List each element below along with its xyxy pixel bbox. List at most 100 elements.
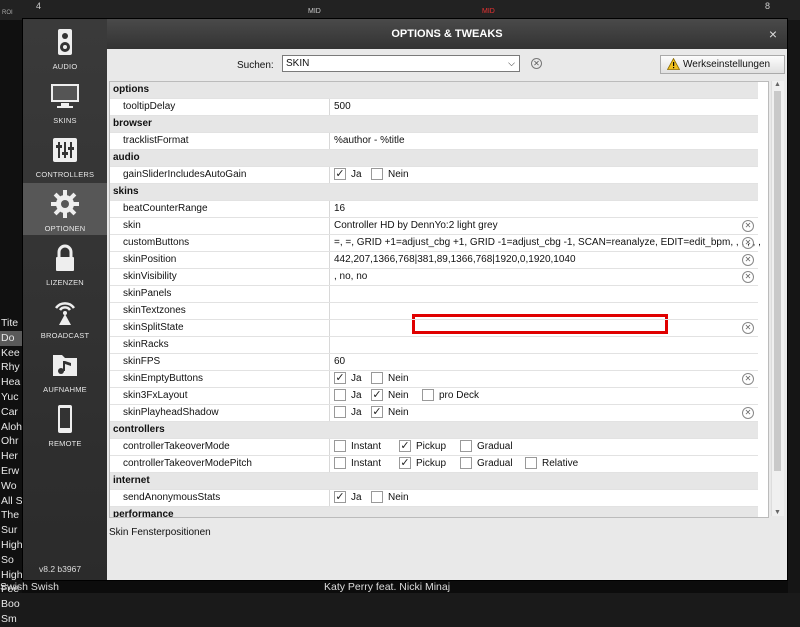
track-row[interactable]: Yuc bbox=[0, 390, 22, 405]
track-row[interactable]: The bbox=[0, 508, 22, 523]
scroll-up-icon[interactable]: ▲ bbox=[774, 81, 781, 88]
checkbox-label: Ja bbox=[351, 407, 362, 418]
checkbox-pickup[interactable]: ✓ bbox=[399, 440, 411, 452]
table-scrollbar[interactable]: ▲ ▼ bbox=[771, 81, 784, 516]
scrollbar-thumb[interactable] bbox=[774, 91, 781, 471]
option-row-skin-empty-buttons[interactable]: skinEmptyButtons ✓ Ja Nein ✕ bbox=[110, 371, 758, 388]
checkbox-nein[interactable] bbox=[371, 168, 383, 180]
mid-label-left: MID bbox=[308, 8, 321, 15]
clear-search-icon[interactable]: ✕ bbox=[531, 58, 542, 69]
clear-value-icon[interactable]: ✕ bbox=[742, 220, 754, 232]
checkbox-pickup[interactable]: ✓ bbox=[399, 457, 411, 469]
option-row-skin-panels[interactable]: skinPanels bbox=[110, 286, 758, 303]
option-value[interactable]: %author - %title bbox=[334, 135, 405, 146]
option-value[interactable]: 16 bbox=[334, 203, 345, 214]
option-value[interactable]: , no, no bbox=[334, 271, 367, 282]
option-row-gain-slider-includes-auto-gain[interactable]: gainSliderIncludesAutoGain ✓ Ja Nein bbox=[110, 167, 758, 184]
track-row[interactable]: So bbox=[0, 553, 22, 568]
sidebar-item-label: BROADCAST bbox=[40, 331, 90, 340]
option-value[interactable]: Controller HD by DennYo:2 light grey bbox=[334, 220, 498, 231]
checkbox-nein[interactable]: ✓ bbox=[371, 389, 383, 401]
track-row[interactable]: Rhy bbox=[0, 360, 22, 375]
clear-value-icon[interactable]: ✕ bbox=[742, 237, 754, 249]
background-right-panel bbox=[788, 20, 800, 593]
clear-value-icon[interactable]: ✕ bbox=[742, 407, 754, 419]
reset-defaults-button[interactable]: Werkseinstellungen bbox=[660, 55, 785, 74]
track-row[interactable]: Ohr bbox=[0, 434, 22, 449]
option-name: skinSplitState bbox=[123, 322, 184, 333]
sidebar-item-broadcast[interactable]: BROADCAST bbox=[23, 290, 107, 342]
checkbox-gradual[interactable] bbox=[460, 457, 472, 469]
option-row-skin[interactable]: skin Controller HD by DennYo:2 light grey… bbox=[110, 218, 758, 235]
option-value[interactable]: 60 bbox=[334, 356, 345, 367]
track-row[interactable]: High bbox=[0, 538, 22, 553]
clear-value-icon[interactable]: ✕ bbox=[742, 373, 754, 385]
clear-value-icon[interactable]: ✕ bbox=[742, 322, 754, 334]
sidebar-item-remote[interactable]: REMOTE bbox=[23, 398, 107, 450]
section-header-internet: internet bbox=[110, 473, 758, 490]
track-row[interactable]: Tite bbox=[0, 316, 22, 331]
chevron-down-icon[interactable]: ⌵ bbox=[508, 56, 515, 71]
option-row-skin-racks[interactable]: skinRacks bbox=[110, 337, 758, 354]
track-row[interactable]: Car bbox=[0, 405, 22, 420]
option-value[interactable]: =, =, GRID +1=adjust_cbg +1, GRID -1=adj… bbox=[334, 237, 761, 248]
option-row-skin-position[interactable]: skinPosition 442,207,1366,768|381,89,1366… bbox=[110, 252, 758, 269]
clear-value-icon[interactable]: ✕ bbox=[742, 271, 754, 283]
track-row[interactable]: Hea bbox=[0, 375, 22, 390]
checkbox-pro-deck[interactable] bbox=[422, 389, 434, 401]
option-row-beat-counter-range[interactable]: beatCounterRange 16 bbox=[110, 201, 758, 218]
checkbox-gradual[interactable] bbox=[460, 440, 472, 452]
option-row-skin-playhead-shadow[interactable]: skinPlayheadShadow Ja ✓ Nein ✕ bbox=[110, 405, 758, 422]
checkbox-label: Gradual bbox=[477, 458, 513, 469]
track-row[interactable]: Kee bbox=[0, 346, 22, 361]
sidebar-item-controllers[interactable]: CONTROLLERS bbox=[23, 129, 107, 181]
option-row-send-anonymous-stats[interactable]: sendAnonymousStats ✓ Ja Nein bbox=[110, 490, 758, 507]
search-label: Suchen: bbox=[237, 60, 274, 71]
option-row-skin-textzones[interactable]: skinTextzones bbox=[110, 303, 758, 320]
close-icon[interactable]: × bbox=[769, 19, 777, 49]
option-row-controller-takeover-mode[interactable]: controllerTakeoverMode Instant ✓ Pickup Grad… bbox=[110, 439, 758, 456]
track-row[interactable]: Boo bbox=[0, 597, 22, 612]
option-row-skin-visibility[interactable]: skinVisibility , no, no ✕ bbox=[110, 269, 758, 286]
option-name: tooltipDelay bbox=[123, 101, 176, 112]
checkbox-instant[interactable] bbox=[334, 440, 346, 452]
sidebar-item-optionen[interactable]: OPTIONEN bbox=[23, 183, 107, 235]
section-title: performance bbox=[113, 509, 174, 518]
option-row-tooltip-delay[interactable]: tooltipDelay 500 bbox=[110, 99, 758, 116]
search-input[interactable]: SKIN ⌵ bbox=[282, 55, 520, 72]
option-row-custom-buttons[interactable]: customButtons =, =, GRID +1=adjust_cbg +1… bbox=[110, 235, 761, 252]
track-row[interactable]: Erw bbox=[0, 464, 22, 479]
checkbox-ja[interactable]: ✓ bbox=[334, 168, 346, 180]
track-row[interactable]: Sm bbox=[0, 612, 22, 627]
checkbox-nein[interactable] bbox=[371, 491, 383, 503]
checkbox-ja[interactable]: ✓ bbox=[334, 491, 346, 503]
sidebar-item-skins[interactable]: SKINS bbox=[23, 75, 107, 127]
option-row-controller-takeover-mode-pitch[interactable]: controllerTakeoverModePitch Instant ✓ Picku… bbox=[110, 456, 758, 473]
option-value[interactable]: 500 bbox=[334, 101, 351, 112]
checkbox-ja[interactable] bbox=[334, 389, 346, 401]
option-name: gainSliderIncludesAutoGain bbox=[123, 169, 247, 180]
option-row-tracklist-format[interactable]: tracklistFormat %author - %title bbox=[110, 133, 758, 150]
checkbox-ja[interactable] bbox=[334, 406, 346, 418]
track-row[interactable]: Sur bbox=[0, 523, 22, 538]
option-row-skin-split-state[interactable]: skinSplitState ✕ bbox=[110, 320, 758, 337]
sidebar-item-aufnahme[interactable]: AUFNAHME bbox=[23, 344, 107, 396]
option-row-skin3-fx-layout[interactable]: skin3FxLayout Ja ✓ Nein pro Deck bbox=[110, 388, 758, 405]
option-value[interactable]: 442,207,1366,768|381,89,1366,768|1920,0,… bbox=[334, 254, 576, 265]
track-row[interactable]: Her bbox=[0, 449, 22, 464]
clear-value-icon[interactable]: ✕ bbox=[742, 254, 754, 266]
track-row[interactable]: All S bbox=[0, 494, 22, 509]
checkbox-instant[interactable] bbox=[334, 457, 346, 469]
sidebar-item-lizenzen[interactable]: LIZENZEN bbox=[23, 237, 107, 289]
phone-icon bbox=[50, 404, 80, 434]
track-row[interactable]: Aloh bbox=[0, 420, 22, 435]
track-row[interactable]: Wo bbox=[0, 479, 22, 494]
sidebar-item-audio[interactable]: AUDIO bbox=[23, 21, 107, 73]
checkbox-ja[interactable]: ✓ bbox=[334, 372, 346, 384]
scroll-down-icon[interactable]: ▼ bbox=[774, 509, 781, 516]
track-row[interactable]: Do bbox=[0, 330, 22, 346]
option-row-skin-f-p-s[interactable]: skinFPS 60 bbox=[110, 354, 758, 371]
checkbox-nein[interactable] bbox=[371, 372, 383, 384]
checkbox-nein[interactable]: ✓ bbox=[371, 406, 383, 418]
checkbox-relative[interactable] bbox=[525, 457, 537, 469]
